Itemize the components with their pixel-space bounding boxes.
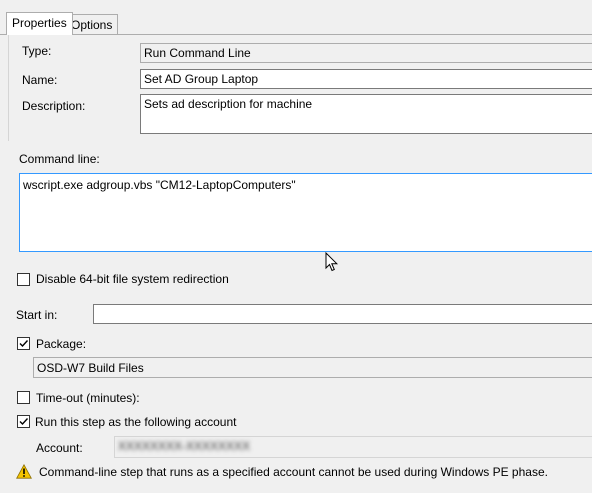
type-field: Run Command Line: [140, 43, 592, 63]
tab-options[interactable]: Options: [65, 14, 119, 34]
type-label: Type:: [22, 44, 52, 58]
start-in-label: Start in:: [16, 308, 58, 322]
description-input[interactable]: Sets ad description for machine: [140, 94, 592, 134]
properties-panel: Type: Run Command Line Name: Set AD Grou…: [0, 34, 592, 493]
account-field: XXXXXXXX-XXXXXXXX: [114, 436, 592, 458]
warning-icon: [16, 464, 32, 479]
account-value-redacted: XXXXXXXX-XXXXXXXX: [118, 439, 251, 453]
run-as-checkbox[interactable]: [17, 415, 30, 428]
account-label: Account:: [36, 441, 83, 455]
group-left-border: [8, 35, 9, 141]
checkmark-icon: [19, 340, 29, 348]
command-line-input[interactable]: wscript.exe adgroup.vbs "CM12-LaptopComp…: [19, 173, 592, 252]
tab-properties[interactable]: Properties: [6, 12, 73, 35]
package-label: Package:: [36, 337, 87, 351]
checkmark-icon: [19, 418, 29, 426]
package-field: OSD-W7 Build Files: [33, 357, 592, 378]
name-input[interactable]: Set AD Group Laptop: [140, 69, 592, 89]
disable-redirection-checkbox[interactable]: [17, 273, 30, 286]
timeout-checkbox[interactable]: [17, 391, 30, 404]
timeout-label: Time-out (minutes):: [36, 391, 140, 405]
tab-strip: Properties Options: [0, 0, 592, 35]
command-line-label: Command line:: [19, 152, 100, 166]
start-in-input[interactable]: [93, 304, 592, 324]
disable-redirection-label: Disable 64-bit file system redirection: [36, 272, 229, 286]
mouse-pointer-icon: [325, 252, 339, 272]
warning-text: Command-line step that runs as a specifi…: [39, 465, 548, 479]
description-label: Description:: [22, 99, 86, 113]
name-label: Name:: [22, 73, 58, 87]
package-checkbox[interactable]: [17, 337, 30, 350]
run-as-label: Run this step as the following account: [35, 415, 237, 429]
